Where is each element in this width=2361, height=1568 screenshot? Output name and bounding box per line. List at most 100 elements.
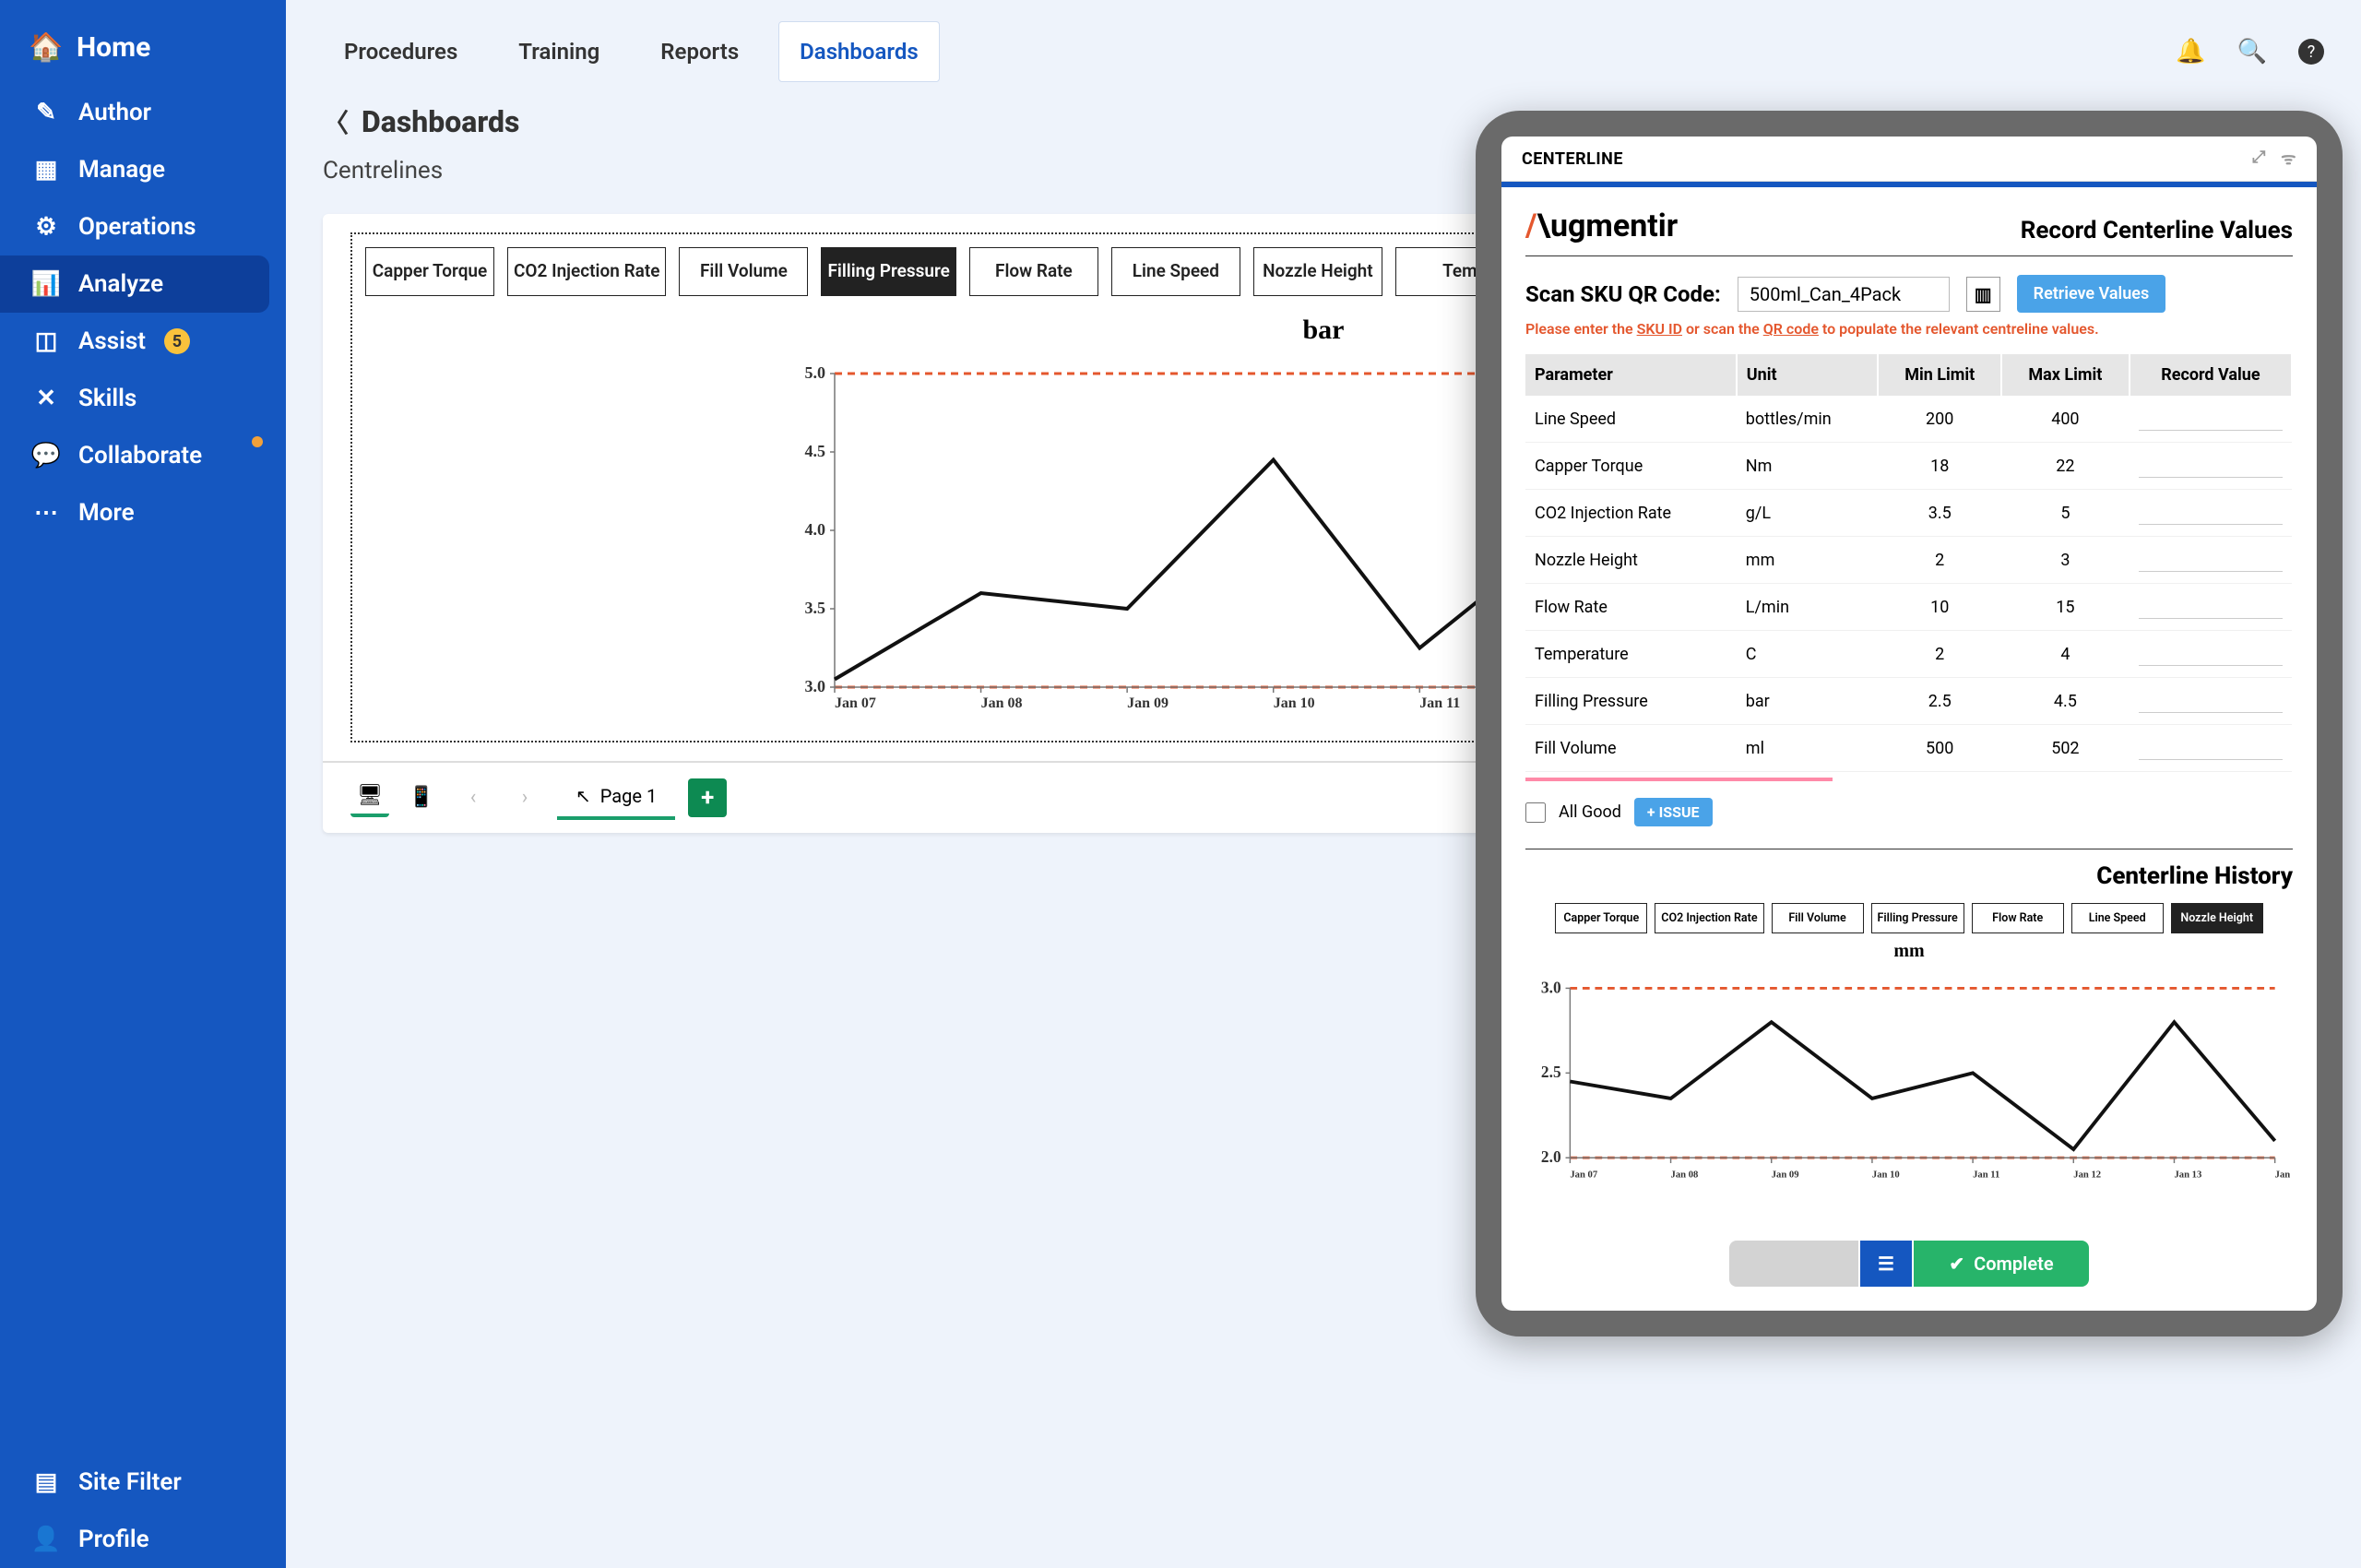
svg-text:3.0: 3.0 (1541, 978, 1561, 996)
add-page-button[interactable]: + (688, 778, 727, 817)
history-tab[interactable]: Flow Rate (1972, 903, 2064, 933)
history-tab[interactable]: Line Speed (2071, 903, 2164, 933)
brand-logo: /\ugmentir (1525, 208, 1678, 244)
wifi-icon: ᯤ (2281, 148, 2296, 170)
page-icon: ↖ (575, 785, 591, 807)
collapse-icon[interactable]: ⤢ (2252, 148, 2266, 170)
svg-text:Jan 11: Jan 11 (1973, 1170, 1999, 1181)
qr-code-link[interactable]: QR code (1763, 320, 1819, 338)
svg-text:4.0: 4.0 (805, 520, 826, 539)
tab-reports[interactable]: Reports (639, 21, 760, 82)
record-value-input[interactable] (2139, 454, 2283, 478)
topbar: ProceduresTrainingReportsDashboards 🔔 🔍 … (286, 0, 2361, 103)
next-page-icon[interactable]: › (505, 778, 544, 817)
menu-button[interactable]: ☰ (1860, 1241, 1912, 1287)
analyze-icon: 📊 (32, 270, 60, 298)
history-tab[interactable]: CO2 Injection Rate (1655, 903, 1763, 933)
sidebar-item-assist[interactable]: ◫Assist5 (0, 313, 286, 370)
page-indicator[interactable]: ↖ Page 1 (557, 776, 675, 820)
record-value-input[interactable] (2139, 595, 2283, 619)
record-value-input[interactable] (2139, 501, 2283, 525)
table-row: Fill Volumeml500502 (1525, 725, 2292, 772)
badge: 5 (164, 328, 190, 354)
history-tab[interactable]: Fill Volume (1772, 903, 1864, 933)
tab-training[interactable]: Training (497, 21, 621, 82)
search-icon[interactable]: 🔍 (2237, 38, 2267, 65)
svg-text:Jan 13: Jan 13 (2174, 1170, 2201, 1181)
chart-tab[interactable]: Fill Volume (679, 247, 808, 296)
history-chart: 2.02.53.0Jan 07Jan 08Jan 09Jan 10Jan 11J… (1525, 962, 2293, 1202)
parameters-table: ParameterUnitMin LimitMax LimitRecord Va… (1525, 354, 2293, 772)
sku-input[interactable] (1738, 277, 1950, 312)
bell-icon[interactable]: 🔔 (2176, 38, 2205, 65)
svg-text:Jan 09: Jan 09 (1772, 1170, 1799, 1181)
sidebar-item-more[interactable]: ⋯More (0, 484, 286, 541)
table-row: Nozzle Heightmm23 (1525, 537, 2292, 584)
prev-page-icon[interactable]: ‹ (454, 778, 492, 817)
tablet-header-title: CENTERLINE (1522, 149, 1623, 169)
svg-text:Jan 12: Jan 12 (2073, 1170, 2101, 1181)
table-row: Capper TorqueNm1822 (1525, 443, 2292, 490)
main-area: ProceduresTrainingReportsDashboards 🔔 🔍 … (286, 0, 2361, 1568)
sku-id-link[interactable]: SKU ID (1637, 320, 1682, 338)
record-value-input[interactable] (2139, 689, 2283, 713)
sidebar-home[interactable]: 🏠 Home (0, 18, 286, 84)
chart-tab[interactable]: CO2 Injection Rate (507, 247, 666, 296)
panel-title: Record Centerline Values (2021, 217, 2293, 244)
complete-button[interactable]: ✔ Complete (1914, 1241, 2089, 1287)
sidebar-item-operations[interactable]: ⚙Operations (0, 198, 286, 255)
qr-scan-icon[interactable]: ▥ (1966, 277, 2000, 312)
table-row: Line Speedbottles/min200400 (1525, 396, 2292, 443)
svg-text:Jan 10: Jan 10 (1872, 1170, 1900, 1181)
all-good-label: All Good (1559, 802, 1621, 822)
record-value-input[interactable] (2139, 548, 2283, 572)
chart-tab[interactable]: Capper Torque (365, 247, 494, 296)
scan-label: Scan SKU QR Code: (1525, 281, 1721, 307)
collaborate-icon: 💬 (32, 442, 60, 469)
record-value-input[interactable] (2139, 642, 2283, 666)
sidebar-item-author[interactable]: ✎Author (0, 84, 286, 141)
back-button[interactable] (1729, 1241, 1858, 1287)
retrieve-values-button[interactable]: Retrieve Values (2017, 275, 2166, 313)
column-header: Unit (1737, 354, 1879, 396)
tab-dashboards[interactable]: Dashboards (778, 21, 940, 82)
svg-text:2.5: 2.5 (1541, 1063, 1561, 1081)
mobile-view-icon[interactable]: 📱 (402, 778, 441, 817)
history-chart-title: mm (1525, 941, 2293, 962)
chart-tab[interactable]: Nozzle Height (1253, 247, 1382, 296)
column-header: Parameter (1525, 354, 1737, 396)
history-tab[interactable]: Capper Torque (1555, 903, 1647, 933)
sidebar-item-collaborate[interactable]: 💬Collaborate (0, 427, 286, 484)
history-tab[interactable]: Filling Pressure (1871, 903, 1964, 933)
chart-tab[interactable]: Filling Pressure (821, 247, 955, 296)
svg-text:Jan 10: Jan 10 (1274, 695, 1315, 711)
svg-text:3.0: 3.0 (805, 677, 826, 695)
record-value-input[interactable] (2139, 407, 2283, 431)
svg-text:Jan 11: Jan 11 (1419, 695, 1460, 711)
author-icon: ✎ (32, 99, 60, 126)
column-header: Record Value (2130, 354, 2292, 396)
tab-procedures[interactable]: Procedures (323, 21, 479, 82)
svg-text:Jan 07: Jan 07 (1570, 1170, 1598, 1181)
help-icon[interactable]: ? (2298, 39, 2324, 65)
table-row: CO2 Injection Rateg/L3.55 (1525, 490, 2292, 537)
back-icon[interactable]: 〈 (323, 103, 349, 140)
desktop-view-icon[interactable]: 🖥 (350, 778, 389, 817)
sidebar-item-site-filter[interactable]: ▤Site Filter (0, 1454, 286, 1511)
chart-tab[interactable]: Flow Rate (969, 247, 1098, 296)
svg-text:Jan 09: Jan 09 (1127, 695, 1169, 711)
history-tab[interactable]: Nozzle Height (2171, 903, 2263, 933)
sidebar-item-profile[interactable]: 👤Profile (0, 1511, 286, 1568)
sidebar-item-skills[interactable]: ✕Skills (0, 370, 286, 427)
manage-icon: ▦ (32, 156, 60, 184)
record-value-input[interactable] (2139, 736, 2283, 760)
chart-tab[interactable]: Line Speed (1111, 247, 1240, 296)
add-issue-button[interactable]: + ISSUE (1634, 798, 1713, 826)
column-header: Max Limit (2001, 354, 2130, 396)
home-icon: 🏠 (32, 31, 60, 64)
sidebar-item-manage[interactable]: ▦Manage (0, 141, 286, 198)
page-title: Dashboards (362, 104, 519, 139)
all-good-checkbox[interactable] (1525, 802, 1546, 823)
sidebar-item-analyze[interactable]: 📊Analyze (0, 255, 269, 313)
more-icon: ⋯ (32, 499, 60, 527)
